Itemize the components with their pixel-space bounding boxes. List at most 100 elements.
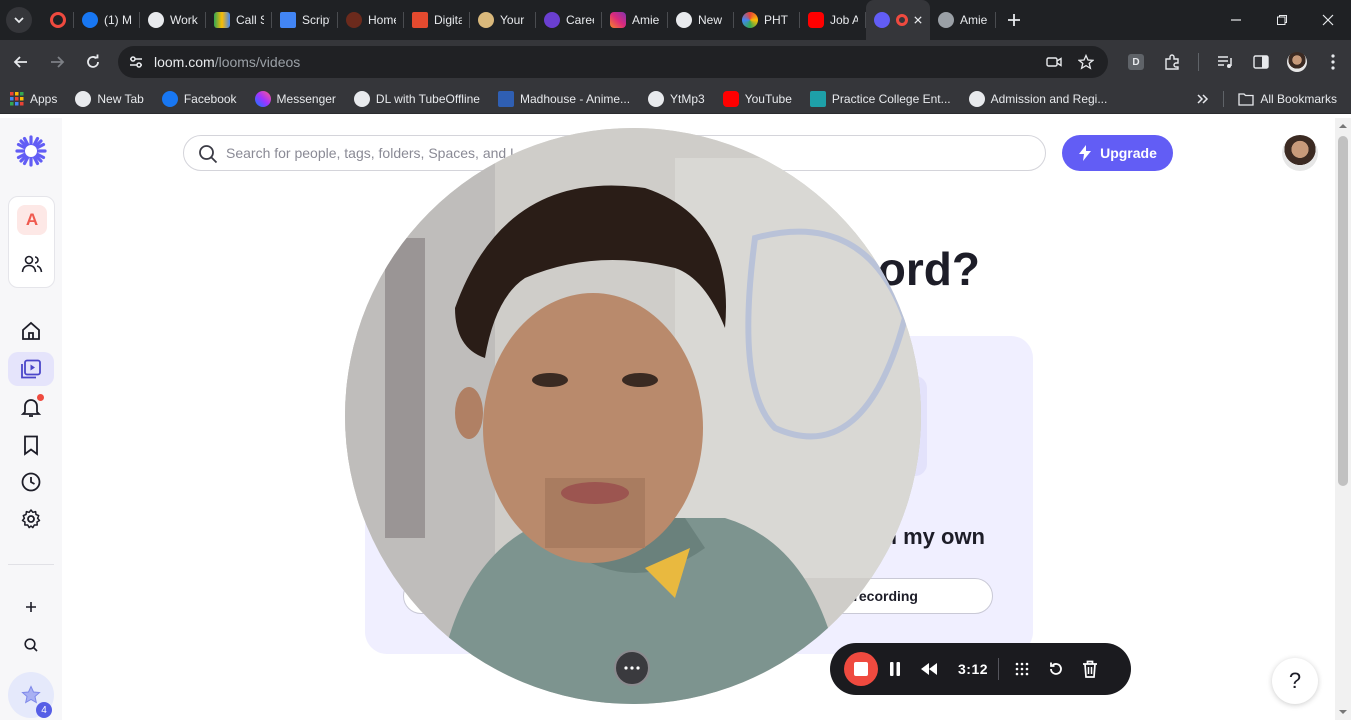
sidebar-item-notifications[interactable] [14, 390, 48, 424]
stop-recording-button[interactable] [844, 652, 878, 686]
delete-recording-button[interactable] [1073, 652, 1107, 686]
stop-icon [854, 662, 868, 676]
star-bookmark-icon[interactable] [1078, 54, 1094, 70]
instagram-icon [610, 12, 626, 28]
upgrade-button[interactable]: Upgrade [1062, 135, 1173, 171]
webcam-bubble[interactable] [345, 128, 921, 704]
bookmark-youtube[interactable]: YouTube [722, 90, 792, 107]
camera-in-use-icon[interactable] [1046, 54, 1062, 70]
page-scrollbar[interactable] [1335, 118, 1351, 720]
side-panel-button[interactable] [1245, 46, 1277, 78]
tab-job[interactable]: Job A [800, 0, 866, 40]
browser-menu-button[interactable] [1317, 46, 1349, 78]
bookmark-madhouse[interactable]: Madhouse - Anime... [497, 90, 630, 107]
tab-instagram[interactable]: Amie [602, 0, 668, 40]
bookmark-admission[interactable]: Admission and Regi... [968, 90, 1107, 107]
facebook-icon [82, 12, 98, 28]
upgrade-label: Upgrade [1100, 145, 1157, 161]
scrollbar-thumb[interactable] [1338, 136, 1348, 486]
bookmark-facebook[interactable]: Facebook [161, 90, 237, 107]
playlist-icon [1218, 56, 1232, 68]
sidebar: A 4 [0, 118, 62, 720]
bookmark-tubeoffline[interactable]: DL with TubeOffline [353, 90, 480, 107]
chevron-double-right-icon[interactable] [1197, 93, 1209, 105]
rewind-button[interactable] [912, 652, 946, 686]
profile-extension-button[interactable]: D [1120, 46, 1152, 78]
loom-logo[interactable] [14, 134, 48, 168]
toolbar-actions: D [1120, 40, 1349, 84]
restart-button[interactable] [1039, 652, 1073, 686]
pause-button[interactable] [878, 652, 912, 686]
user-avatar[interactable] [1282, 135, 1318, 171]
record-option-title: n my own [883, 524, 985, 549]
bookmark-apps[interactable]: Apps [10, 91, 58, 106]
all-bookmarks-button[interactable]: All Bookmarks [1238, 92, 1337, 106]
lightning-icon [1079, 145, 1092, 161]
extensions-button[interactable] [1156, 46, 1188, 78]
tab-new[interactable]: New [668, 0, 734, 40]
bookmark-practice-college[interactable]: Practice College Ent... [809, 90, 951, 107]
bookmarks-bar: Apps New Tab Facebook Messenger DL with … [0, 84, 1351, 114]
tab-recording[interactable] [42, 0, 74, 40]
sidebar-item-videos[interactable] [8, 352, 54, 386]
tab-your[interactable]: Your [470, 0, 536, 40]
bookmark-label: Apps [30, 91, 58, 106]
mascot-icon [478, 12, 494, 28]
tab-search-button[interactable] [6, 7, 32, 33]
drive-icon [214, 12, 230, 28]
gear-icon [21, 509, 41, 529]
camera-options-button[interactable] [614, 650, 650, 686]
kebab-menu-icon [1331, 54, 1335, 70]
tab-work[interactable]: Work [140, 0, 206, 40]
profile-button[interactable] [1281, 46, 1313, 78]
toolbar-divider [1198, 53, 1199, 71]
help-button[interactable]: ? [1272, 658, 1318, 704]
bookmark-messenger[interactable]: Messenger [254, 90, 336, 107]
tab-script[interactable]: Script [272, 0, 338, 40]
tab-home[interactable]: Home [338, 0, 404, 40]
sidebar-add-button[interactable] [14, 590, 48, 624]
drawing-tools-button[interactable] [1005, 652, 1039, 686]
tab-facebook[interactable]: (1) M [74, 0, 140, 40]
site-settings-icon[interactable] [128, 54, 144, 70]
bookmark-label: DL with TubeOffline [375, 91, 480, 106]
media-control-button[interactable] [1209, 46, 1241, 78]
messenger-icon [254, 90, 271, 107]
back-button[interactable] [4, 45, 38, 79]
scroll-down-icon[interactable] [1335, 704, 1351, 720]
tab-digital[interactable]: Digita [404, 0, 470, 40]
scroll-up-icon[interactable] [1335, 118, 1351, 134]
sidebar-item-home[interactable] [14, 314, 48, 348]
apps-grid-icon [10, 91, 24, 105]
sidebar-item-settings[interactable] [14, 502, 48, 536]
restore-button[interactable] [1259, 0, 1305, 40]
reload-button[interactable] [76, 45, 110, 79]
sidebar-search-button[interactable] [14, 628, 48, 662]
bookmark-ytmp3[interactable]: YtMp3 [648, 90, 705, 107]
tab-list: (1) M Work Call S Script Home Digita You… [42, 0, 1028, 40]
tab-amie[interactable]: Amie [930, 0, 996, 40]
sidebar-item-watch-later[interactable] [14, 428, 48, 462]
more-horizontal-icon [624, 666, 640, 670]
recording-timer: 3:12 [958, 661, 989, 677]
users-icon [21, 255, 43, 273]
document-icon [809, 90, 826, 107]
address-bar[interactable]: loom.com/looms/videos [118, 46, 1108, 78]
globe-icon [676, 12, 692, 28]
members-button[interactable] [21, 253, 43, 280]
close-icon[interactable] [914, 15, 922, 25]
sidebar-item-history[interactable] [14, 465, 48, 499]
minimize-button[interactable] [1213, 0, 1259, 40]
new-tab-button[interactable] [1000, 6, 1028, 34]
forward-button[interactable] [40, 45, 74, 79]
tab-career[interactable]: Caree [536, 0, 602, 40]
workspace-avatar[interactable]: A [17, 205, 47, 235]
bookmark-new-tab[interactable]: New Tab [75, 90, 144, 107]
home-icon [22, 321, 40, 340]
whats-new-button[interactable]: 4 [8, 672, 54, 718]
webcam-feed-image [345, 128, 921, 704]
tab-loom-active[interactable] [866, 0, 930, 40]
tab-pht[interactable]: PHT [734, 0, 800, 40]
close-window-button[interactable] [1305, 0, 1351, 40]
tab-call[interactable]: Call S [206, 0, 272, 40]
